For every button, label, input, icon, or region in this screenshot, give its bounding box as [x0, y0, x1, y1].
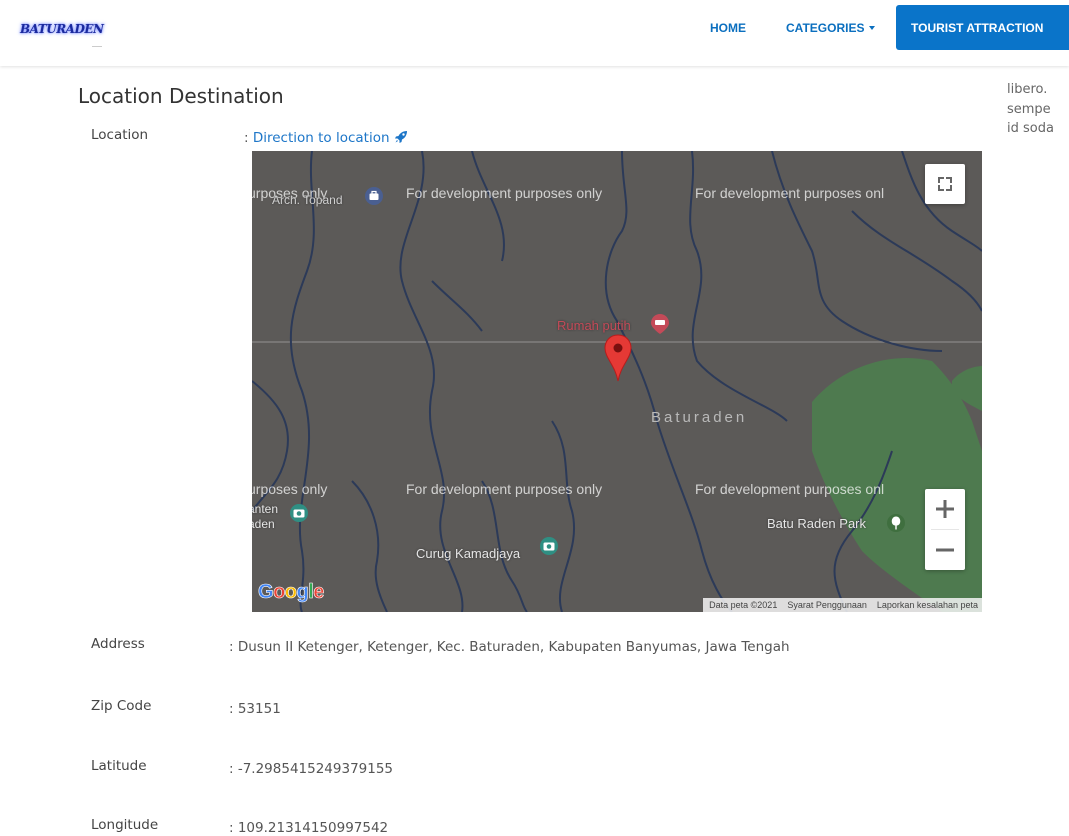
map-watermark: For development purposes only	[406, 481, 603, 497]
nav-home-link[interactable]: HOME	[710, 21, 746, 35]
zip-code-label: Zip Code	[91, 698, 152, 714]
poi-label[interactable]: aden	[252, 517, 275, 531]
location-label: Location	[91, 127, 149, 143]
navbar: BATURADEN HOME CATEGORIES TOURIST ATTRAC…	[0, 0, 1069, 66]
poi-label[interactable]: anten	[252, 502, 278, 516]
sidebar-line: id soda	[1007, 121, 1054, 136]
briefcase-icon[interactable]	[364, 186, 384, 206]
address-label: Address	[91, 636, 145, 652]
map-report-link[interactable]: Laporkan kesalahan peta	[877, 600, 978, 610]
map-attribution: Data peta ©2021 Syarat Penggunaan Laporkan…	[703, 598, 982, 612]
section-title: Location Destination	[78, 84, 284, 108]
sidebar-line: sempe	[1007, 101, 1051, 117]
direction-link[interactable]: Direction to location	[253, 130, 408, 146]
latitude-label: Latitude	[91, 758, 147, 774]
sidebar-line: libero.	[1007, 82, 1048, 97]
map-watermark: For development purposes onl	[695, 185, 885, 201]
nav-categories-dropdown[interactable]: CATEGORIES	[786, 21, 876, 35]
fullscreen-button[interactable]	[925, 164, 965, 204]
poi-label[interactable]: Arch. Topand	[272, 193, 343, 207]
map-data-credit: Data peta ©2021	[709, 600, 778, 610]
brand-logo[interactable]: BATURADEN	[20, 22, 104, 36]
rocket-icon	[394, 131, 407, 143]
latitude-value: : -7.2985415249379155	[229, 761, 394, 777]
longitude-label: Longitude	[91, 817, 159, 833]
location-value: : Direction to location	[244, 130, 408, 146]
map-watermark: For development purposes onl	[695, 481, 885, 497]
zoom-in-button[interactable]	[925, 489, 965, 529]
google-logo[interactable]: Google	[258, 581, 325, 604]
hotel-icon[interactable]	[650, 313, 670, 335]
map-widget[interactable]: urposes only For development purposes on…	[252, 151, 982, 612]
location-separator: :	[244, 130, 253, 146]
camera-icon[interactable]	[539, 536, 559, 556]
map-terms-link[interactable]: Syarat Penggunaan	[787, 600, 867, 610]
longitude-value: : 109.21314150997542	[229, 820, 389, 836]
caret-down-icon	[869, 26, 876, 30]
map-watermark: urposes only	[252, 481, 328, 497]
nav-tourist-attraction-link[interactable]: TOURIST ATTRACTION	[896, 5, 1069, 50]
sidebar-text: iaculi libero. sempe id soda	[1007, 60, 1069, 139]
poi-label[interactable]: Rumah putih	[557, 318, 631, 333]
zip-code-value: : 53151	[229, 701, 281, 717]
plus-icon	[936, 500, 954, 518]
address-value: : Dusun II Ketenger, Ketenger, Kec. Batu…	[229, 639, 790, 655]
map-place-label: Baturaden	[651, 409, 748, 426]
poi-label[interactable]: Batu Raden Park	[767, 516, 866, 531]
direction-link-label: Direction to location	[252, 130, 390, 146]
nav-categories-label: CATEGORIES	[786, 21, 865, 35]
minus-icon	[936, 548, 954, 552]
tree-icon[interactable]	[886, 513, 906, 533]
location-marker-icon[interactable]	[603, 333, 633, 383]
zoom-out-button[interactable]	[925, 530, 965, 570]
brand-divider	[92, 46, 102, 47]
zoom-control	[925, 489, 965, 570]
fullscreen-icon	[938, 177, 952, 191]
poi-label[interactable]: Curug Kamadjaya	[416, 546, 520, 561]
camera-icon[interactable]	[289, 503, 309, 523]
map-watermark: For development purposes only	[406, 185, 603, 201]
